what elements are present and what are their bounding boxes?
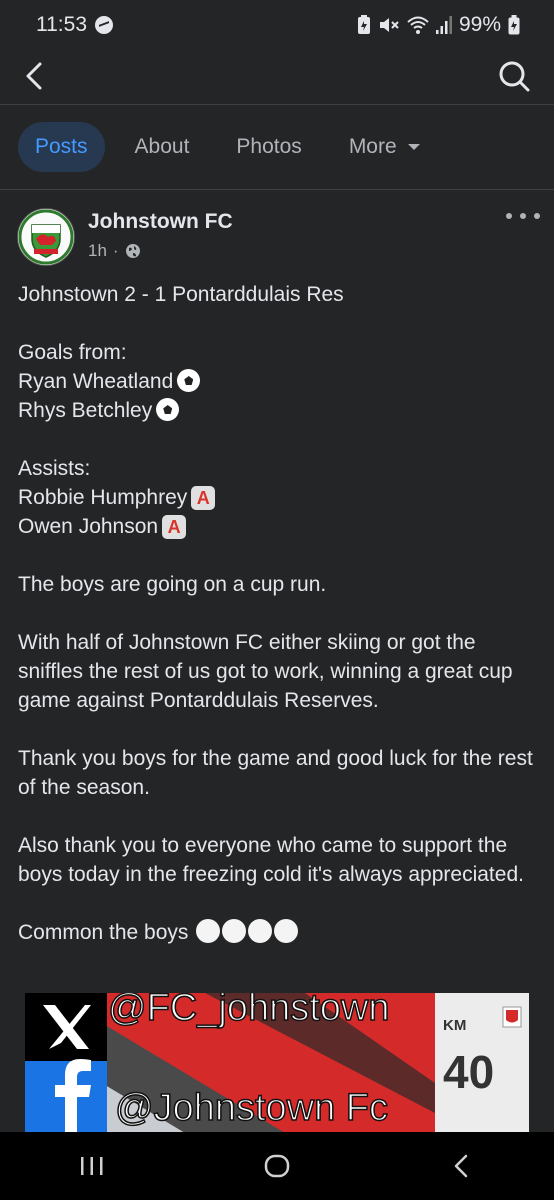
dot: [534, 213, 540, 219]
shirt-initials: KM: [443, 1017, 467, 1034]
post-image[interactable]: @FC_johnstown @Johnstown Fc KM 40: [25, 993, 529, 1133]
home-button[interactable]: [247, 1136, 307, 1196]
paragraph-3: Thank you boys for the game and good luc…: [18, 747, 533, 799]
top-bar: [0, 50, 554, 105]
shirt-number: 40: [443, 1046, 495, 1098]
closing-line: Common the boys: [18, 918, 538, 947]
recent-apps-button[interactable]: [62, 1136, 122, 1196]
tab-about[interactable]: About: [118, 122, 207, 172]
system-nav-bar: [0, 1132, 554, 1200]
system-back-button[interactable]: [432, 1136, 492, 1196]
globe-icon: [125, 244, 140, 258]
wifi-icon: [407, 16, 429, 34]
white-circle-icon: [248, 919, 273, 943]
signal-icon: [435, 16, 452, 34]
scorer-2: Rhys Betchley: [18, 399, 153, 422]
battery-icon: [508, 15, 520, 35]
avatar[interactable]: [17, 208, 75, 266]
messenger-icon: [95, 16, 113, 34]
dot: [520, 213, 526, 219]
post-time[interactable]: 1h: [88, 241, 107, 261]
assister-1: Robbie Humphrey: [18, 486, 188, 509]
tab-posts[interactable]: Posts: [18, 121, 105, 172]
assists-heading: Assists:: [18, 457, 91, 480]
goals-heading: Goals from:: [18, 341, 127, 364]
page-name[interactable]: Johnstown FC: [88, 210, 233, 234]
assists-block: Assists: Robbie Humphrey A Owen Johnson A: [18, 454, 538, 541]
battery-percent: 99%: [458, 13, 501, 36]
mute-icon: [379, 18, 399, 32]
post-header: Johnstown FC 1h ·: [0, 192, 554, 272]
facebook-handle: @Johnstown Fc: [114, 1086, 389, 1130]
post-meta: 1h ·: [88, 241, 141, 261]
more-options-icon: [506, 213, 512, 219]
scorer-1: Ryan Wheatland: [18, 370, 174, 393]
assister-2: Owen Johnson: [18, 515, 159, 538]
post-body: Johnstown 2 - 1 Pontarddulais Res Goals …: [18, 280, 538, 976]
soccer-ball-icon: [177, 369, 201, 392]
back-arrow-icon: [26, 62, 42, 90]
tab-photos[interactable]: Photos: [219, 122, 318, 172]
status-time: 11:53: [36, 13, 87, 36]
tab-more[interactable]: More: [332, 122, 438, 172]
white-circle-icon: [196, 919, 221, 943]
paragraph-1: The boys are going on a cup run.: [18, 573, 327, 596]
back-icon: [454, 1154, 467, 1178]
caret-down-icon: [407, 143, 420, 150]
a-button-icon: A: [162, 515, 187, 539]
search-button[interactable]: [494, 56, 534, 96]
post: Johnstown FC 1h · Johnstown 2 - 1 Pontar…: [0, 192, 554, 944]
battery-saver-icon: [357, 15, 370, 34]
soccer-ball-icon: [156, 398, 180, 421]
recent-apps-icon: [81, 1157, 103, 1175]
x-handle: @FC_johnstown: [107, 993, 390, 1030]
paragraph-2: With half of Johnstown FC either skiing …: [18, 631, 513, 712]
white-circle-icon: [274, 919, 299, 943]
meta-separator: ·: [112, 241, 119, 260]
home-icon: [264, 1154, 290, 1178]
closing-text: Common the boys: [18, 921, 189, 944]
back-button[interactable]: [16, 56, 56, 96]
club-crest-icon: [18, 209, 74, 265]
post-options-button[interactable]: [506, 206, 540, 226]
search-icon: [499, 61, 530, 92]
tab-more-label: More: [348, 134, 397, 158]
score-line: Johnstown 2 - 1 Pontarddulais Res: [18, 283, 344, 306]
paragraph-4: Also thank you to everyone who came to s…: [18, 834, 524, 886]
goals-block: Goals from: Ryan Wheatland Rhys Betchley: [18, 338, 538, 425]
status-bar: 11:53 99%: [0, 0, 554, 50]
a-button-icon: A: [191, 486, 216, 510]
page-tabs: Posts About Photos More: [0, 104, 554, 190]
white-circle-icon: [222, 919, 247, 943]
